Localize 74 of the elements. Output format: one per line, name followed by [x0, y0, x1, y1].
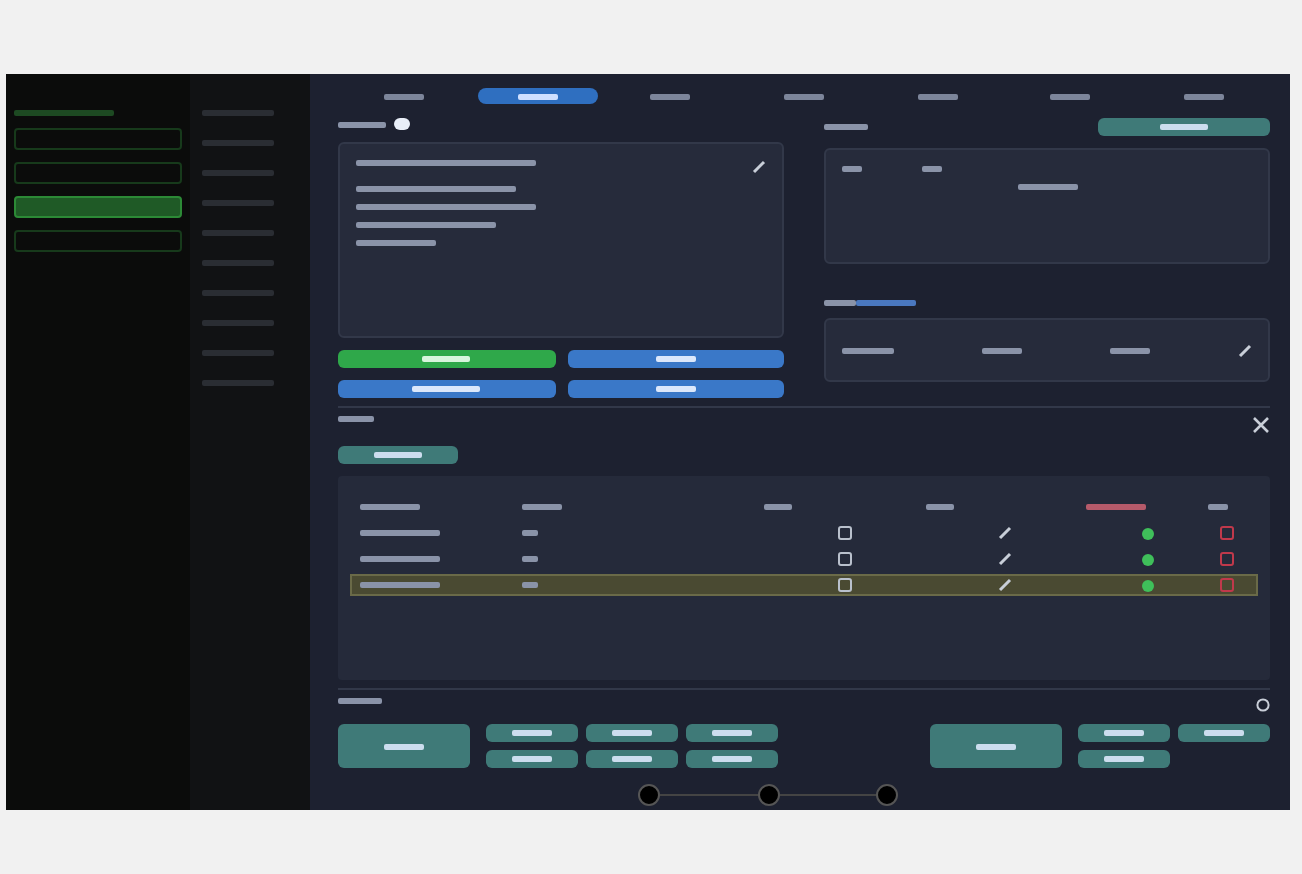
blurred-text — [1017, 184, 1077, 190]
blurred-text — [1207, 504, 1228, 510]
close-icon[interactable] — [1252, 416, 1270, 434]
blurred-text — [360, 530, 440, 536]
add-button[interactable] — [1098, 118, 1270, 136]
small-button[interactable] — [686, 750, 778, 768]
blurred-text — [338, 416, 374, 422]
blurred-text — [922, 166, 942, 172]
small-button[interactable] — [586, 724, 678, 742]
blurred-text — [655, 386, 696, 392]
blurred-text — [783, 93, 824, 99]
blurred-text — [338, 121, 386, 127]
pencil-icon[interactable] — [1238, 343, 1252, 357]
blurred-text — [917, 93, 958, 99]
blurred-text — [338, 698, 382, 704]
blurred-text — [842, 166, 862, 172]
step-node[interactable] — [876, 784, 898, 806]
action-button[interactable] — [567, 380, 784, 398]
blurred-text — [1183, 93, 1224, 99]
blurred-text — [384, 743, 424, 749]
small-button[interactable] — [1078, 724, 1170, 742]
small-button[interactable] — [1078, 750, 1170, 768]
blurred-text — [360, 556, 440, 562]
small-button[interactable] — [1178, 724, 1270, 742]
step-node[interactable] — [638, 784, 660, 806]
small-button[interactable] — [486, 724, 578, 742]
blurred-text — [521, 582, 538, 588]
blurred-text — [1204, 730, 1244, 736]
blurred-text — [1104, 730, 1144, 736]
blurred-text — [1050, 93, 1091, 99]
small-button[interactable] — [586, 750, 678, 768]
blurred-text — [521, 556, 538, 562]
blurred-text — [842, 347, 894, 353]
blurred-text — [512, 730, 552, 736]
blurred-text — [612, 730, 652, 736]
blurred-text — [360, 582, 440, 588]
blurred-text — [763, 504, 792, 510]
blurred-text — [422, 356, 471, 362]
blurred-text — [356, 222, 496, 228]
blurred-text — [521, 530, 538, 536]
blurred-text — [360, 504, 420, 510]
blurred-text — [1110, 347, 1150, 353]
blurred-text — [982, 347, 1022, 353]
blurred-text — [521, 504, 562, 510]
blurred-text — [824, 124, 868, 130]
large-button[interactable] — [338, 724, 470, 768]
blurred-text — [384, 93, 425, 99]
blurred-text — [655, 356, 696, 362]
blurred-text — [1086, 504, 1147, 510]
action-button[interactable] — [338, 380, 555, 398]
blurred-text — [1160, 124, 1208, 130]
blurred-text — [650, 93, 691, 99]
blurred-text — [512, 756, 552, 762]
toggle-switch[interactable] — [394, 118, 410, 130]
pencil-icon[interactable] — [752, 160, 766, 174]
blurred-text — [356, 240, 436, 246]
blurred-text — [925, 504, 954, 510]
blurred-text — [412, 386, 481, 392]
blurred-text — [712, 730, 752, 736]
blurred-text — [612, 756, 652, 762]
blurred-text — [14, 110, 114, 116]
small-button[interactable] — [686, 724, 778, 742]
tab[interactable] — [477, 88, 598, 104]
step-node[interactable] — [757, 784, 779, 806]
large-button[interactable] — [930, 724, 1062, 768]
blurred-text — [976, 743, 1016, 749]
blurred-text — [517, 93, 558, 99]
action-button[interactable] — [567, 350, 784, 368]
blurred-text — [712, 756, 752, 762]
blurred-text — [374, 452, 422, 458]
blurred-text — [1104, 756, 1144, 762]
add-button[interactable] — [338, 446, 458, 464]
small-button[interactable] — [486, 750, 578, 768]
action-button[interactable] — [338, 350, 555, 368]
